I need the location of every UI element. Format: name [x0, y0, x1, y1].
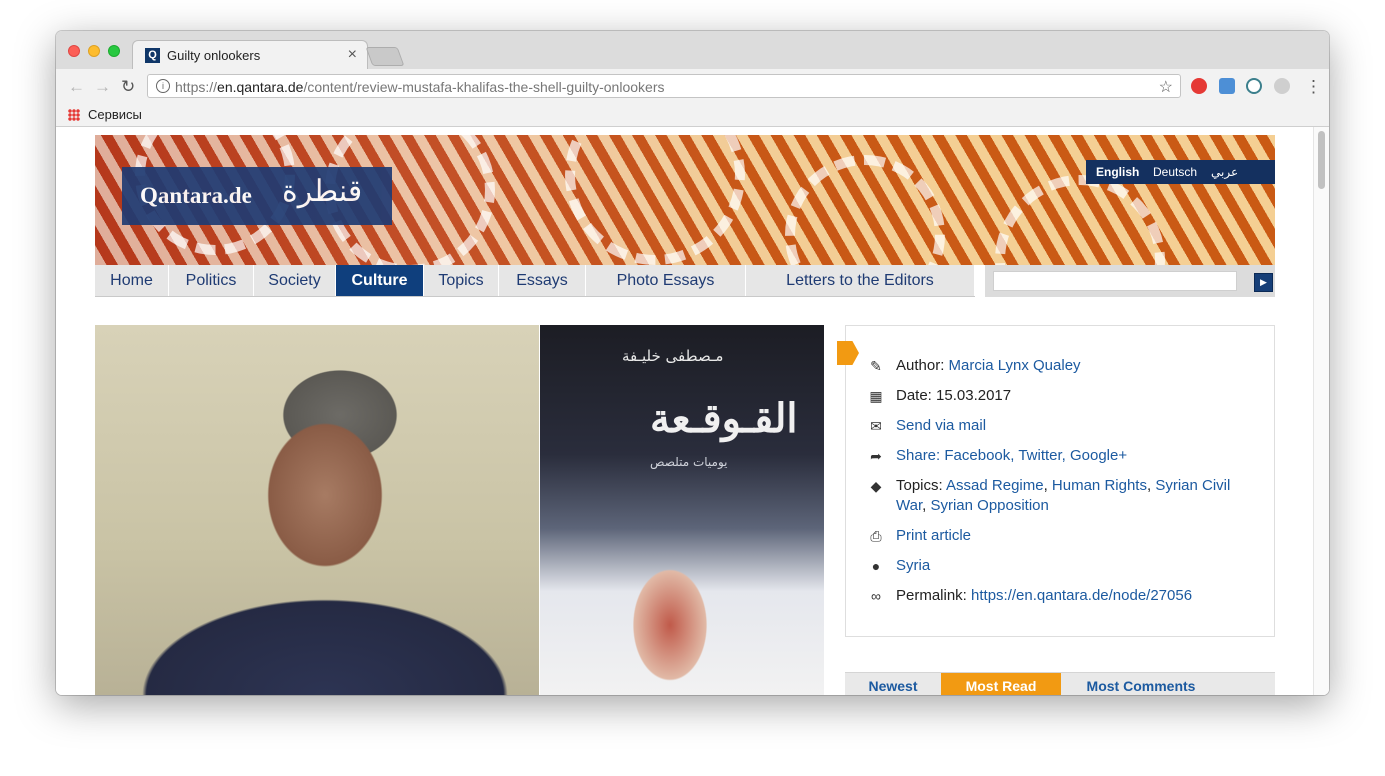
banner-arch-decoration [565, 135, 745, 265]
language-switcher: English Deutsch عربي [1086, 160, 1275, 184]
article-info-box: ✎ Author: Marcia Lynx Qualey ▦ Date: 15.… [837, 325, 1275, 637]
scrollbar-thumb[interactable] [1318, 131, 1325, 189]
print-link[interactable]: Print article [896, 526, 971, 546]
browser-menu-icon[interactable]: ⋮ [1305, 77, 1322, 97]
nav-home[interactable]: Home [95, 265, 169, 296]
topic-link[interactable]: Human Rights [1052, 477, 1147, 494]
link-icon: ∞ [871, 588, 881, 604]
browser-window: Q Guilty onlookers × ← → ↻ i https://en.… [56, 31, 1329, 695]
tab-close-icon[interactable]: × [348, 46, 357, 64]
topics-label: Topics: [896, 477, 943, 494]
share-networks[interactable]: Facebook, Twitter, Google+ [944, 447, 1127, 464]
article-image: مـصطفى خليـفة القـوقـعة يوميات متلصص [95, 325, 824, 695]
globe-icon: ● [871, 558, 881, 574]
tab-title: Guilty onlookers [167, 48, 261, 63]
back-arrow-icon[interactable]: ← [68, 77, 85, 97]
topic-link[interactable]: Syrian Opposition [930, 497, 1048, 514]
browser-tab[interactable]: Q Guilty onlookers × [132, 40, 368, 70]
reload-icon[interactable]: ↻ [121, 77, 135, 97]
date-value: 15.03.2017 [936, 387, 1012, 404]
cover-subtitle: يوميات متلصص [650, 455, 728, 469]
topic-link[interactable]: War [896, 497, 922, 514]
pencil-icon: ✎ [870, 358, 882, 374]
maximize-window-button[interactable] [108, 45, 120, 57]
permalink-label: Permalink: [896, 587, 967, 604]
extension-blue-icon[interactable] [1219, 78, 1235, 94]
bookmarks-bar: Сервисы [56, 103, 1329, 127]
page-viewport: Qantara.de قنطرة English Deutsch عربي Ho… [56, 127, 1329, 695]
author-portrait [95, 325, 539, 695]
tab-most-read[interactable]: Most Read [941, 673, 1061, 695]
nav-culture[interactable]: Culture [336, 265, 424, 296]
tag-icon: ◆ [870, 478, 882, 494]
site-logo[interactable]: Qantara.de قنطرة [122, 167, 392, 225]
site-search: ▶ [985, 265, 1275, 297]
tab-newest[interactable]: Newest [845, 673, 941, 695]
apps-grid-icon[interactable] [68, 109, 80, 121]
extension-cloud-icon[interactable] [1274, 78, 1290, 94]
address-bar[interactable]: i https://en.qantara.de/content/review-m… [147, 74, 1181, 98]
site-info-icon[interactable]: i [156, 79, 170, 93]
cover-title: القـوقـعة [650, 395, 798, 442]
topic-link[interactable]: Assad Regime [946, 477, 1044, 494]
qantara-favicon-icon: Q [145, 48, 160, 63]
date-label: Date: [896, 387, 932, 404]
mail-icon: ✉ [870, 418, 882, 434]
vertical-scrollbar[interactable] [1313, 127, 1329, 695]
minimize-window-button[interactable] [88, 45, 100, 57]
share-link[interactable]: Share: Facebook, Twitter, Google+ [896, 446, 1127, 466]
main-navigation: Home Politics Society Culture Topics Ess… [95, 265, 975, 297]
author-label: Author: [896, 357, 945, 374]
nav-topics[interactable]: Topics [424, 265, 499, 296]
orange-flag-marker [837, 341, 859, 365]
title-bar: Q Guilty onlookers × [56, 31, 1329, 70]
topic-link[interactable]: Syrian Civil [1155, 477, 1230, 494]
browser-toolbar: ← → ↻ i https://en.qantara.de/content/re… [56, 69, 1329, 103]
nav-letters-to-editors[interactable]: Letters to the Editors [746, 265, 975, 296]
tab-most-comments[interactable]: Most Comments [1061, 673, 1221, 695]
cover-author: مـصطفى خليـفة [622, 347, 724, 365]
forward-arrow-icon[interactable]: → [94, 77, 111, 97]
bookmark-star-icon[interactable]: ☆ [1159, 77, 1173, 97]
extension-red-icon[interactable] [1191, 78, 1207, 94]
calendar-icon: ▦ [869, 388, 883, 404]
lang-english[interactable]: English [1096, 165, 1139, 179]
banner-arch-decoration [995, 175, 1165, 265]
banner-arch-decoration [785, 155, 945, 265]
sidebar-tabs: Newest Most Read Most Comments [845, 672, 1275, 695]
country-link[interactable]: Syria [896, 556, 930, 576]
printer-icon: ⎙ [870, 528, 882, 544]
nav-society[interactable]: Society [254, 265, 336, 296]
search-input[interactable] [993, 271, 1237, 291]
book-cover: مـصطفى خليـفة القـوقـعة يوميات متلصص [540, 325, 824, 695]
nav-politics[interactable]: Politics [169, 265, 254, 296]
send-mail-link[interactable]: Send via mail [896, 416, 986, 436]
search-submit-icon[interactable]: ▶ [1254, 273, 1273, 292]
nav-photo-essays[interactable]: Photo Essays [586, 265, 746, 296]
url-text[interactable]: https://en.qantara.de/content/review-mus… [175, 79, 664, 95]
author-link[interactable]: Marcia Lynx Qualey [949, 357, 1081, 374]
nav-essays[interactable]: Essays [499, 265, 586, 296]
extension-teal-icon[interactable] [1246, 78, 1262, 94]
site-header-banner: Qantara.de قنطرة English Deutsch عربي [95, 135, 1275, 265]
permalink-link[interactable]: https://en.qantara.de/node/27056 [971, 587, 1192, 604]
lang-arabic[interactable]: عربي [1211, 165, 1238, 179]
share-icon: ➦ [870, 448, 882, 464]
close-window-button[interactable] [68, 45, 80, 57]
new-tab-button[interactable] [365, 47, 405, 66]
logo-latin: Qantara.de [140, 183, 252, 208]
logo-arabic: قنطرة [282, 174, 363, 209]
lang-deutsch[interactable]: Deutsch [1153, 165, 1197, 179]
bookmark-services[interactable]: Сервисы [88, 107, 142, 122]
share-label: Share: [896, 447, 941, 464]
